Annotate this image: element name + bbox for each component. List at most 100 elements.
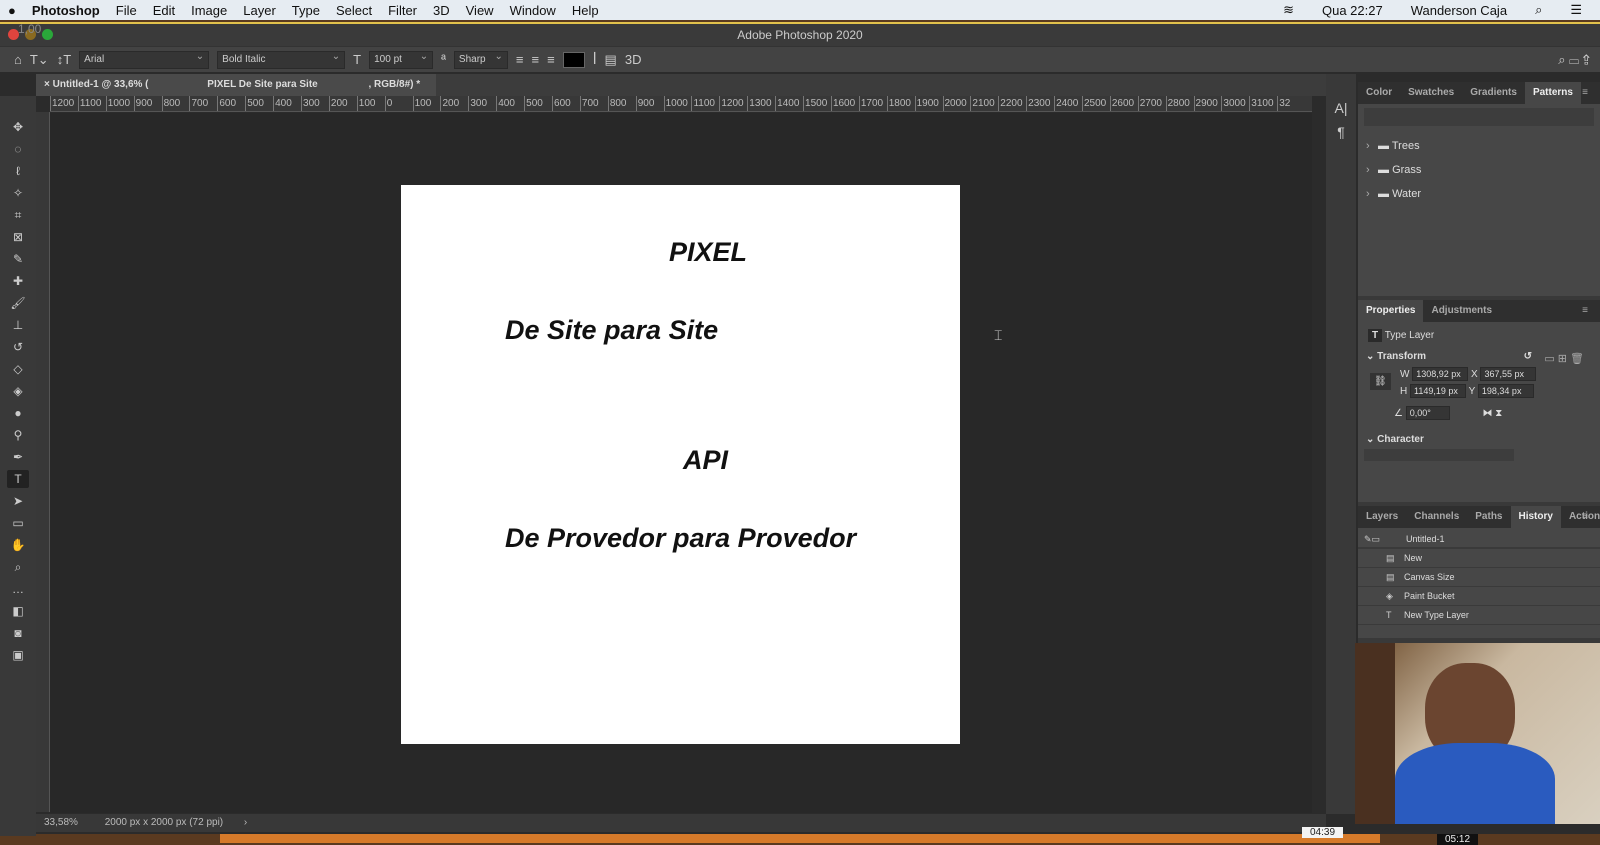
quick-mask-icon[interactable]: ◙ (7, 624, 29, 642)
tab-swatches[interactable]: Swatches (1400, 82, 1462, 104)
menu-type[interactable]: Type (284, 3, 328, 18)
align-right-icon[interactable]: ≡ (547, 52, 555, 67)
history-brush-icon[interactable]: ↺ (7, 338, 29, 356)
y-field[interactable]: 198,34 px (1477, 384, 1534, 398)
character-panel-icon[interactable]: A| (1326, 100, 1356, 116)
pattern-group-water[interactable]: ▬ Water (1364, 182, 1594, 206)
menu-help[interactable]: Help (564, 3, 607, 18)
history-item-paint-bucket[interactable]: ◈ Paint Bucket (1358, 587, 1600, 606)
patterns-search[interactable] (1364, 108, 1594, 126)
menu-view[interactable]: View (458, 3, 502, 18)
tab-history[interactable]: History (1510, 506, 1561, 528)
link-icon[interactable]: ⛓ (1370, 373, 1391, 390)
height-field[interactable]: 1149,19 px (1410, 384, 1467, 398)
tab-gradients[interactable]: Gradients (1462, 82, 1525, 104)
paint-bucket-icon[interactable]: ◈ (7, 382, 29, 400)
tab-channels[interactable]: Channels (1406, 506, 1467, 528)
tab-adjustments[interactable]: Adjustments (1423, 300, 1500, 322)
pattern-group-trees[interactable]: ▬ Trees (1364, 134, 1594, 158)
menu-select[interactable]: Select (328, 3, 380, 18)
lasso-tool-icon[interactable]: ℓ (7, 162, 29, 180)
more-tools-icon[interactable]: … (7, 580, 29, 598)
canvas-text-site[interactable]: De Site para Site (505, 315, 718, 346)
type-tool-icon[interactable]: T (7, 470, 29, 488)
tab-color[interactable]: Color (1358, 82, 1400, 104)
share-icon[interactable]: ⌕ ▭ ⇪ (1558, 52, 1590, 68)
document-canvas[interactable]: PIXEL De Site para Site API De Provedor … (401, 185, 960, 744)
rectangle-icon[interactable]: ▭ (7, 514, 29, 532)
healing-icon[interactable]: ✚ (7, 272, 29, 290)
menu-3d[interactable]: 3D (425, 3, 458, 18)
canvas-text-api[interactable]: API (683, 445, 728, 476)
crop-tool-icon[interactable]: ⌗ (7, 206, 29, 224)
tab-paths[interactable]: Paths (1467, 506, 1510, 528)
warp-text-icon[interactable]: ꟾ (593, 52, 597, 68)
close-tab-icon[interactable]: × (44, 79, 53, 90)
history-item-canvas-size[interactable]: ▤ Canvas Size (1358, 568, 1600, 587)
history-snapshot[interactable]: ✎▭ Untitled-1 (1358, 530, 1600, 549)
clock[interactable]: Qua 22:27 (1314, 3, 1391, 18)
font-style-select[interactable]: Bold Italic (217, 49, 346, 69)
flip-icons[interactable]: ⧓ ⧗ (1483, 408, 1503, 419)
width-field[interactable]: 1308,92 px (1412, 367, 1469, 381)
brush-icon[interactable]: 🖌 (7, 294, 29, 312)
align-center-icon[interactable]: ≡ (532, 52, 540, 67)
status-arrow-icon[interactable]: › (244, 817, 247, 828)
canvas-text-provedor[interactable]: De Provedor para Provedor (505, 523, 856, 554)
history-item-new[interactable]: ▤ New (1358, 549, 1600, 568)
antialias-select[interactable]: Sharp (453, 49, 508, 69)
wifi-icon[interactable]: ≋ (1275, 2, 1302, 18)
tab-patterns[interactable]: Patterns (1524, 82, 1581, 104)
dodge-icon[interactable]: ⚲ (7, 426, 29, 444)
menu-image[interactable]: Image (183, 3, 235, 18)
home-icon[interactable]: ⌂ (14, 52, 22, 67)
reset-icon[interactable]: ↺ (1524, 351, 1532, 362)
eyedropper-icon[interactable]: ✎ (7, 250, 29, 268)
orientation-icon[interactable]: ↕T (57, 52, 71, 67)
type-tool-icon[interactable]: T⌄ (30, 52, 49, 68)
menu-file[interactable]: File (108, 3, 145, 18)
menu-app[interactable]: Photoshop (24, 3, 108, 18)
panel-menu-icon[interactable]: ≡ (1574, 82, 1596, 104)
blur-icon[interactable]: ● (7, 404, 29, 422)
list-icon[interactable]: ☰ (1562, 2, 1590, 18)
font-size-select[interactable]: 100 pt (369, 49, 434, 69)
align-left-icon[interactable]: ≡ (516, 52, 524, 67)
move-tool-icon[interactable]: ✥ (7, 118, 29, 136)
user-name[interactable]: Wanderson Caja (1403, 3, 1515, 18)
panel-menu-icon[interactable]: ≡ (1574, 300, 1596, 322)
character-heading[interactable]: ⌄ Character (1364, 420, 1594, 449)
text-color-swatch[interactable] (562, 51, 585, 68)
pattern-group-grass[interactable]: ▬ Grass (1364, 158, 1594, 182)
marquee-tool-icon[interactable]: ◌ (7, 140, 29, 158)
search-icon[interactable]: ⌕ (1527, 2, 1550, 18)
path-select-icon[interactable]: ➤ (7, 492, 29, 510)
pen-icon[interactable]: ✒ (7, 448, 29, 466)
zoom-level[interactable]: 33,58% (44, 817, 78, 828)
screen-mode-icon[interactable]: ▣ (7, 646, 29, 664)
zoom-button[interactable] (42, 29, 53, 40)
apple-icon[interactable]: ● (0, 3, 24, 18)
character-font-field[interactable] (1364, 449, 1514, 461)
menu-layer[interactable]: Layer (235, 3, 284, 18)
frame-tool-icon[interactable]: ⊠ (7, 228, 29, 246)
tab-layers[interactable]: Layers (1358, 506, 1406, 528)
menu-filter[interactable]: Filter (380, 3, 425, 18)
canvas-text-pixel[interactable]: PIXEL (669, 237, 747, 268)
tab-properties[interactable]: Properties (1358, 300, 1424, 322)
zoom-icon[interactable]: ⌕ (7, 558, 29, 576)
color-swatches-icon[interactable]: ◧ (7, 602, 29, 620)
angle-field[interactable]: 0,00° (1405, 406, 1450, 420)
document-tab[interactable]: × Untitled-1 @ 33,6% ( PIXEL De Site par… (36, 74, 436, 96)
font-family-select[interactable]: Arial (79, 49, 210, 69)
hand-icon[interactable]: ✋ (7, 536, 29, 554)
paragraph-panel-icon[interactable]: ¶ (1326, 124, 1356, 140)
pattern-actions-icons[interactable]: ▭ ⊞ 🗑 (1544, 352, 1584, 365)
3d-button[interactable]: 3D (625, 52, 642, 67)
menu-edit[interactable]: Edit (145, 3, 183, 18)
stamp-icon[interactable]: ⊥ (7, 316, 29, 334)
eraser-icon[interactable]: ◇ (7, 360, 29, 378)
x-field[interactable]: 367,55 px (1480, 367, 1537, 381)
panels-icon[interactable]: ▤ (605, 52, 617, 68)
history-item-new-type-layer[interactable]: T New Type Layer (1358, 606, 1600, 625)
